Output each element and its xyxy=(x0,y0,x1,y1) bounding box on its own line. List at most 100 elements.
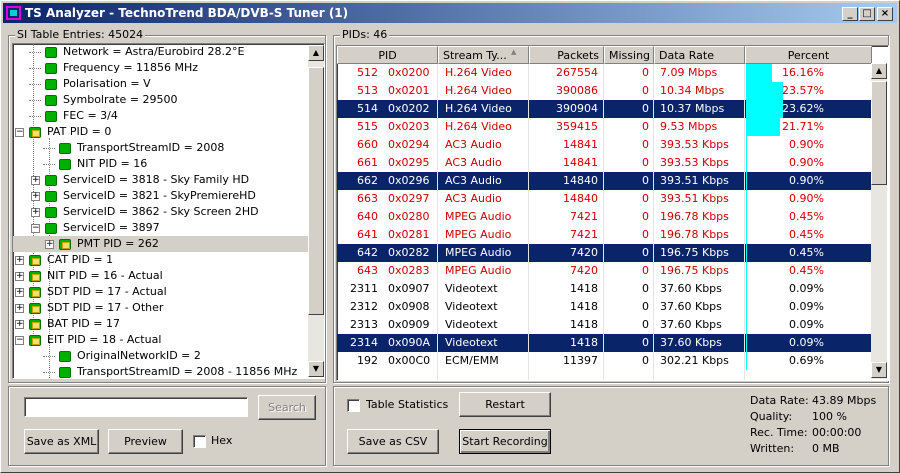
title-bar[interactable]: TS Analyzer - TechnoTrend BDA/DVB-S Tune… xyxy=(3,3,897,23)
tree-item[interactable]: + ServiceID = 3818 - Sky Family HD xyxy=(13,172,309,188)
tree-item-label: FEC = 3/4 xyxy=(63,109,118,122)
tree-item[interactable]: Symbolrate = 29500 xyxy=(13,92,309,108)
tree-item[interactable]: + SDT PID = 17 - Other xyxy=(13,300,309,316)
save-as-csv-button[interactable]: Save as CSV xyxy=(347,429,439,454)
tree-item[interactable]: + PMT PID = 262 xyxy=(13,236,309,252)
percent-bar xyxy=(746,244,747,262)
scroll-down-icon[interactable]: ▼ xyxy=(871,362,887,378)
pid-table-scrollbar[interactable]: ▲ ▼ xyxy=(871,63,887,379)
tree-item[interactable]: + ServiceID = 3862 - Sky Screen 2HD xyxy=(13,204,309,220)
tree-item[interactable]: TransportStreamID = 2008 xyxy=(13,140,309,156)
tree-item[interactable]: TransportStreamID = 2008 - 11856 MHz xyxy=(13,364,309,378)
expand-icon[interactable]: + xyxy=(15,320,24,329)
table-row[interactable]: 663 0x0297 AC3 Audio 14840 0 393.51 Kbps 0.90% xyxy=(337,190,872,208)
table-row[interactable]: 513 0x0201 H.264 Video 390086 0 10.34 Mbps 23.… xyxy=(337,82,872,100)
table-row[interactable]: 643 0x0283 MPEG Audio 7420 0 196.75 Kbps 0.45% xyxy=(337,262,872,280)
si-tree-view[interactable]: Network = Astra/Eurobird 28.2°E Frequency… xyxy=(12,43,325,379)
data-rate: 393.53 Kbps xyxy=(660,156,729,169)
expand-icon[interactable]: + xyxy=(15,288,24,297)
packets: 390086 xyxy=(556,84,598,97)
packets: 14841 xyxy=(563,138,598,151)
data-rate: 393.53 Kbps xyxy=(660,138,729,151)
table-row[interactable]: 514 0x0202 H.264 Video 390904 0 10.37 Mbps 23.… xyxy=(337,100,872,118)
scroll-up-icon[interactable]: ▲ xyxy=(871,63,887,79)
scroll-down-icon[interactable]: ▼ xyxy=(308,361,324,377)
tree-item[interactable]: OriginalNetworkID = 2 xyxy=(13,348,309,364)
scroll-thumb[interactable] xyxy=(871,81,887,185)
column-header[interactable]: Data Rate xyxy=(654,46,745,64)
table-row[interactable]: 660 0x0294 AC3 Audio 14841 0 393.53 Kbps 0.90% xyxy=(337,136,872,154)
expand-icon[interactable]: + xyxy=(31,208,40,217)
packets: 1418 xyxy=(570,336,598,349)
search-button[interactable]: Search xyxy=(258,395,316,420)
tree-item-label: NIT PID = 16 - Actual xyxy=(47,269,163,282)
start-recording-button[interactable]: Start Recording xyxy=(459,429,551,454)
column-header[interactable]: Packets xyxy=(529,46,604,64)
close-button[interactable]: × xyxy=(877,7,893,21)
expand-icon[interactable]: + xyxy=(15,304,24,313)
table-node-icon xyxy=(29,255,41,266)
scroll-thumb[interactable] xyxy=(308,67,324,315)
expand-icon[interactable]: + xyxy=(45,240,54,249)
maximize-button[interactable]: □ xyxy=(859,7,875,21)
table-row[interactable]: 2311 0x0907 Videotext 1418 0 37.60 Kbps 0.09% xyxy=(337,280,872,298)
table-row[interactable]: 641 0x0281 MPEG Audio 7421 0 196.78 Kbps 0.45% xyxy=(337,226,872,244)
search-input[interactable] xyxy=(24,397,248,417)
table-row[interactable]: 640 0x0280 MPEG Audio 7421 0 196.78 Kbps 0.45% xyxy=(337,208,872,226)
table-row[interactable]: 2314 0x090A Videotext 1418 0 37.60 Kbps 0.09% xyxy=(337,334,872,352)
table-node-icon xyxy=(29,287,41,298)
tree-item[interactable]: + ServiceID = 3821 - SkyPremiereHD xyxy=(13,188,309,204)
table-row[interactable]: 2313 0x0909 Videotext 1418 0 37.60 Kbps 0.09% xyxy=(337,316,872,334)
pid-hex: 0x0203 xyxy=(388,120,430,133)
packets: 359415 xyxy=(556,120,598,133)
preview-button[interactable]: Preview xyxy=(108,429,183,454)
minimize-button[interactable]: _ xyxy=(842,7,858,21)
stream-type: Videotext xyxy=(445,300,498,313)
table-row[interactable]: 642 0x0282 MPEG Audio 7420 0 196.75 Kbps 0.45% xyxy=(337,244,872,262)
expand-icon[interactable]: + xyxy=(15,272,24,281)
tree-item[interactable]: − EIT PID = 18 - Actual xyxy=(13,332,309,348)
column-header[interactable]: PID xyxy=(337,46,438,64)
pid-decimal: 642 xyxy=(357,246,378,259)
save-as-xml-button[interactable]: Save as XML xyxy=(24,429,99,454)
percent: 0.90% xyxy=(789,138,824,151)
tree-item[interactable]: + BAT PID = 17 xyxy=(13,316,309,332)
tree-item[interactable]: − ServiceID = 3897 xyxy=(13,220,309,236)
collapse-icon[interactable]: − xyxy=(15,336,24,345)
tree-item[interactable]: Network = Astra/Eurobird 28.2°E xyxy=(13,44,309,60)
hex-checkbox[interactable] xyxy=(193,435,206,448)
table-statistics-checkbox[interactable] xyxy=(347,399,360,412)
tree-item[interactable]: − PAT PID = 0 xyxy=(13,124,309,140)
scroll-up-icon[interactable]: ▲ xyxy=(308,45,324,61)
pid-table[interactable]: PID Stream Ty... Packets Missing Data Rate Pe… xyxy=(336,45,889,381)
pid-hex: 0x0200 xyxy=(388,66,430,79)
expand-icon[interactable]: + xyxy=(31,176,40,185)
tree-item[interactable]: NIT PID = 16 xyxy=(13,156,309,172)
column-header[interactable]: Percent xyxy=(745,46,872,64)
table-row[interactable]: 662 0x0296 AC3 Audio 14840 0 393.51 Kbps 0.90% xyxy=(337,172,872,190)
collapse-icon[interactable]: − xyxy=(31,224,40,233)
missing: 0 xyxy=(642,300,649,313)
tree-item-label: TransportStreamID = 2008 - 11856 MHz xyxy=(77,365,298,378)
restart-button[interactable]: Restart xyxy=(459,392,551,417)
column-header[interactable]: Missing xyxy=(604,46,654,64)
tree-item[interactable]: + CAT PID = 1 xyxy=(13,252,309,268)
table-row[interactable]: 192 0x00C0 ECM/EMM 11397 0 302.21 Kbps 0.69% xyxy=(337,352,872,370)
data-rate: 7.09 Mbps xyxy=(660,66,718,79)
expand-icon[interactable]: + xyxy=(15,256,24,265)
missing: 0 xyxy=(642,354,649,367)
tree-item[interactable]: + NIT PID = 16 - Actual xyxy=(13,268,309,284)
tree-item[interactable]: Frequency = 11856 MHz xyxy=(13,60,309,76)
expand-icon[interactable]: + xyxy=(31,192,40,201)
table-row[interactable]: 661 0x0295 AC3 Audio 14841 0 393.53 Kbps 0.90% xyxy=(337,154,872,172)
pid-decimal: 640 xyxy=(357,210,378,223)
percent-bar xyxy=(746,280,747,298)
table-row[interactable]: 515 0x0203 H.264 Video 359415 0 9.53 Mbps 21.7… xyxy=(337,118,872,136)
tree-item[interactable]: FEC = 3/4 xyxy=(13,108,309,124)
table-row[interactable]: 2312 0x0908 Videotext 1418 0 37.60 Kbps 0.09% xyxy=(337,298,872,316)
tree-item[interactable]: Polarisation = V xyxy=(13,76,309,92)
collapse-icon[interactable]: − xyxy=(15,128,24,137)
tree-item[interactable]: + SDT PID = 17 - Actual xyxy=(13,284,309,300)
table-row[interactable]: 512 0x0200 H.264 Video 267554 0 7.09 Mbps 16.1… xyxy=(337,64,872,82)
si-tree-scrollbar[interactable]: ▲ ▼ xyxy=(308,45,324,377)
